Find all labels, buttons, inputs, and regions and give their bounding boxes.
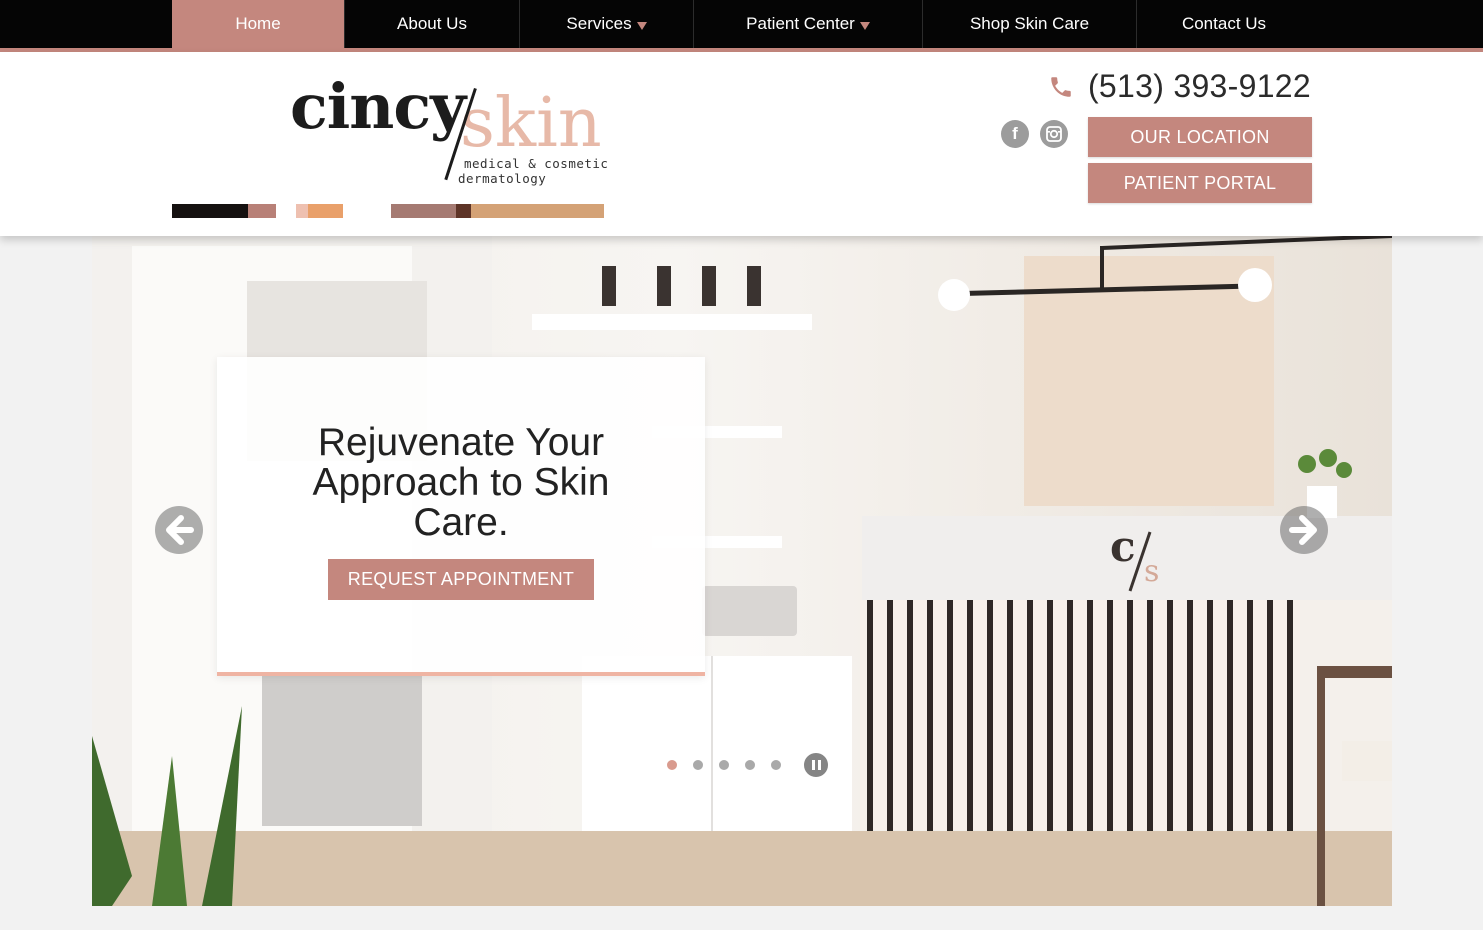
swatch xyxy=(248,204,276,218)
top-nav: Home About Us Services Patient Center Sh… xyxy=(0,0,1483,48)
nav-home[interactable]: Home xyxy=(172,0,345,48)
phone-icon xyxy=(1051,76,1071,97)
pause-icon[interactable] xyxy=(803,752,829,778)
slider-prev-button[interactable] xyxy=(155,506,203,554)
logo-tagline-line2: dermatology xyxy=(458,171,547,186)
logo[interactable]: cincy skin medical & cosmetic dermatolog… xyxy=(290,70,610,190)
phone-contact[interactable]: (513) 393-9122 xyxy=(1048,68,1311,105)
slider-dot-5[interactable] xyxy=(771,760,781,770)
social-links: f xyxy=(1001,120,1068,148)
hero-caption-card: Rejuvenate Your Approach to Skin Care. R… xyxy=(217,357,705,676)
nav-contact-us-label: Contact Us xyxy=(1181,14,1267,33)
logo-color-swatches xyxy=(172,204,604,218)
facebook-icon[interactable]: f xyxy=(1001,120,1029,148)
swatch xyxy=(471,204,604,218)
chevron-down-icon xyxy=(636,21,647,30)
nav-about-us[interactable]: About Us xyxy=(345,0,520,48)
svg-text:c: c xyxy=(1110,522,1136,571)
nav-list: Home About Us Services Patient Center Sh… xyxy=(172,0,1311,48)
slider-dot-3[interactable] xyxy=(719,760,729,770)
chevron-down-icon xyxy=(859,21,870,30)
nav-patient-center[interactable]: Patient Center xyxy=(694,0,923,48)
facebook-glyph: f xyxy=(1012,124,1018,143)
patient-portal-button[interactable]: PATIENT PORTAL xyxy=(1088,163,1312,203)
nav-patient-center-label: Patient Center xyxy=(746,14,855,33)
slider-pagination xyxy=(667,752,829,778)
nav-about-us-label: About Us xyxy=(397,14,467,33)
our-location-button[interactable]: OUR LOCATION xyxy=(1088,117,1312,157)
logo-word-cincy: cincy xyxy=(290,70,466,143)
logo-tagline-line1: medical & cosmetic xyxy=(464,156,609,171)
request-appointment-button[interactable]: REQUEST APPOINTMENT xyxy=(327,559,595,600)
phone-number: (513) 393-9122 xyxy=(1087,68,1311,104)
swatch xyxy=(308,204,343,218)
arrow-right-icon xyxy=(1289,515,1317,545)
slider-dot-4[interactable] xyxy=(745,760,755,770)
hero-heading: Rejuvenate Your Approach to Skin Care. xyxy=(312,421,610,544)
instagram-glyph xyxy=(1046,126,1062,142)
patient-portal-label: PATIENT PORTAL xyxy=(1123,172,1277,193)
swatch xyxy=(172,204,248,218)
nav-services[interactable]: Services xyxy=(520,0,694,48)
nav-shop-skin-care[interactable]: Shop Skin Care xyxy=(923,0,1137,48)
swatch xyxy=(391,204,456,218)
nav-services-label: Services xyxy=(566,14,632,33)
slider-dot-2[interactable] xyxy=(693,760,703,770)
nav-contact-us[interactable]: Contact Us xyxy=(1137,0,1311,48)
logo-word-skin: skin xyxy=(460,84,602,163)
our-location-label: OUR LOCATION xyxy=(1130,126,1270,147)
swatch xyxy=(296,204,308,218)
slider-next-button[interactable] xyxy=(1280,506,1328,554)
site-header: cincy skin medical & cosmetic dermatolog… xyxy=(0,52,1483,236)
svg-text:s: s xyxy=(1144,554,1159,589)
logo-tagline: medical & cosmetic dermatology xyxy=(458,156,609,186)
swatch xyxy=(456,204,471,218)
instagram-icon[interactable] xyxy=(1040,120,1068,148)
arrow-left-icon xyxy=(166,515,194,545)
nav-home-label: Home xyxy=(235,14,281,33)
nav-shop-skin-care-label: Shop Skin Care xyxy=(969,14,1090,33)
slider-dot-1[interactable] xyxy=(667,760,677,770)
hero-slider: c s Rejuvenate Your Approach to Skin Car… xyxy=(92,236,1392,906)
